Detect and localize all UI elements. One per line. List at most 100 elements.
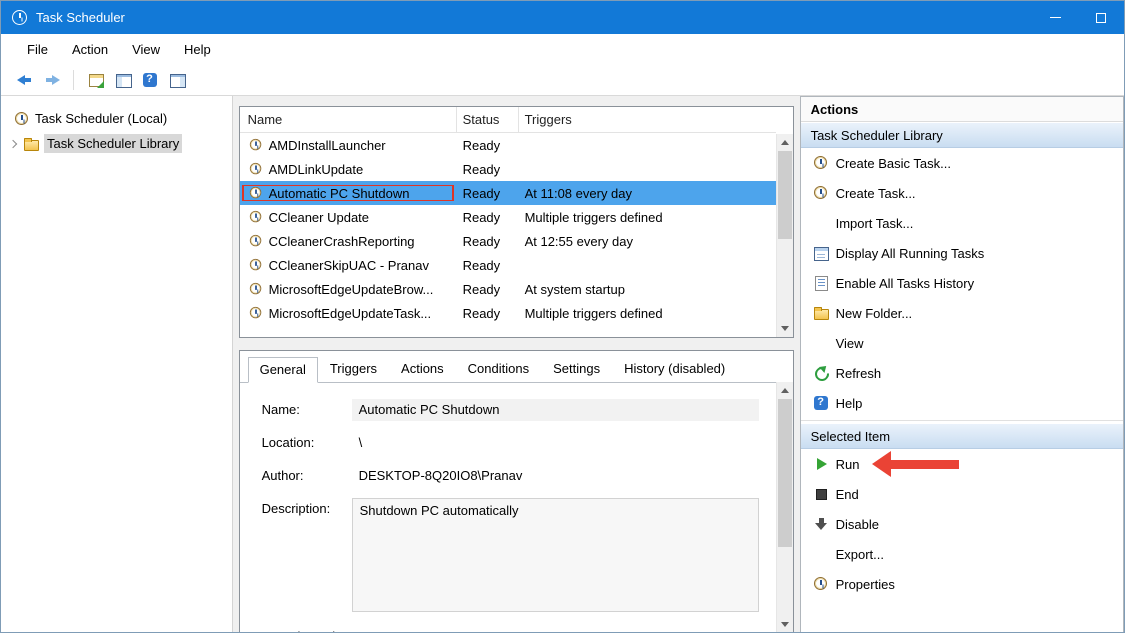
help-icon: [142, 72, 158, 88]
action-item[interactable]: Refresh: [801, 358, 1123, 388]
action-item[interactable]: Create Basic Task...: [801, 148, 1123, 178]
details-tab[interactable]: Triggers: [318, 356, 389, 382]
details-tab[interactable]: General: [248, 357, 318, 383]
task-row[interactable]: AMDInstallLauncher Ready: [240, 133, 776, 157]
details-scrollbar[interactable]: [776, 382, 793, 633]
column-header-name[interactable]: Name: [240, 107, 457, 132]
action-item[interactable]: Create Task...: [801, 178, 1123, 208]
minimize-icon: [1050, 17, 1061, 18]
toolbar-button[interactable]: [136, 67, 163, 92]
task-name: MicrosoftEdgeUpdateBrow...: [269, 282, 434, 297]
action-item[interactable]: Properties: [801, 569, 1123, 599]
action-item-label: Import Task...: [836, 216, 914, 231]
menu-item[interactable]: Action: [60, 37, 120, 62]
task-row[interactable]: Automatic PC Shutdown Ready At 11:08 eve…: [240, 181, 776, 205]
author-value: DESKTOP-8Q20IO8\Pranav: [352, 465, 759, 487]
task-triggers: At system startup: [519, 282, 776, 297]
tree-item-label: Task Scheduler (Local): [35, 111, 167, 126]
task-row[interactable]: CCleanerCrashReporting Ready At 12:55 ev…: [240, 229, 776, 253]
window-title: Task Scheduler: [36, 10, 1032, 25]
toolbar-button[interactable]: [38, 67, 65, 92]
show-action-pane-icon: [169, 72, 185, 88]
action-item[interactable]: Display All Running Tasks: [801, 238, 1123, 268]
stop-icon: [813, 486, 829, 502]
task-status: Ready: [457, 210, 519, 225]
action-item[interactable]: Help: [801, 388, 1123, 418]
details-tab[interactable]: Actions: [389, 356, 456, 382]
scroll-up-button[interactable]: [777, 382, 793, 399]
scroll-up-button[interactable]: [777, 134, 793, 151]
action-item[interactable]: Import Task...: [801, 208, 1123, 238]
task-triggers: Multiple triggers defined: [519, 306, 776, 321]
menu-item[interactable]: File: [15, 37, 60, 62]
action-item[interactable]: Disable: [801, 509, 1123, 539]
description-label: Description:: [262, 498, 352, 612]
task-name: CCleanerSkipUAC - Pranav: [269, 258, 429, 273]
details-tab[interactable]: Settings: [541, 356, 612, 382]
action-item[interactable]: End: [801, 479, 1123, 509]
menu-item[interactable]: View: [120, 37, 172, 62]
author-label: Author:: [262, 465, 352, 487]
task-clock-icon: [249, 162, 263, 176]
task-list-scrollbar[interactable]: [776, 134, 793, 337]
task-status: Ready: [457, 282, 519, 297]
task-name-cell: AMDInstallLauncher: [240, 137, 457, 153]
action-item[interactable]: View: [801, 328, 1123, 358]
task-row[interactable]: MicrosoftEdgeUpdateTask... Ready Multipl…: [240, 301, 776, 325]
task-name: AMDInstallLauncher: [269, 138, 386, 153]
action-item-label: Create Task...: [836, 186, 916, 201]
task-triggers: At 12:55 every day: [519, 234, 776, 249]
task-name: Automatic PC Shutdown: [269, 186, 410, 201]
general-tab-content: Name: Automatic PC Shutdown Location: \ …: [240, 383, 793, 633]
section-header-selected-item[interactable]: Selected Item: [801, 423, 1123, 449]
section-header-task-scheduler-library[interactable]: Task Scheduler Library: [801, 122, 1123, 148]
task-row[interactable]: MicrosoftEdgeUpdateBrow... Ready At syst…: [240, 277, 776, 301]
chevron-right-icon[interactable]: [8, 139, 18, 149]
scrollbar-thumb[interactable]: [778, 151, 792, 239]
scrollbar-thumb[interactable]: [778, 399, 792, 547]
menu-item[interactable]: Help: [172, 37, 223, 62]
forward-arrow-icon: [44, 72, 60, 88]
details-tab[interactable]: History (disabled): [612, 356, 737, 382]
scroll-down-button[interactable]: [777, 616, 793, 633]
task-name-cell: Automatic PC Shutdown: [240, 185, 457, 201]
name-value: Automatic PC Shutdown: [352, 399, 759, 421]
task-name-cell: AMDLinkUpdate: [240, 161, 457, 177]
task-row[interactable]: AMDLinkUpdate Ready: [240, 157, 776, 181]
column-header-triggers[interactable]: Triggers: [519, 107, 776, 132]
task-row[interactable]: CCleaner Update Ready Multiple triggers …: [240, 205, 776, 229]
toolbar-separator: [73, 70, 74, 90]
task-clock-icon: [249, 234, 263, 248]
action-item[interactable]: Export...: [801, 539, 1123, 569]
toolbar-button[interactable]: [82, 67, 109, 92]
maximize-button[interactable]: [1078, 1, 1124, 34]
task-row[interactable]: CCleanerSkipUAC - Pranav Ready: [240, 253, 776, 277]
toolbar-button[interactable]: [109, 67, 136, 92]
task-name: CCleanerCrashReporting: [269, 234, 415, 249]
task-clock-icon: [813, 185, 829, 201]
task-status: Ready: [457, 258, 519, 273]
action-item-label: Refresh: [836, 366, 882, 381]
tree-item-task-scheduler-library[interactable]: Task Scheduler Library: [1, 131, 232, 156]
description-value: Shutdown PC automatically: [352, 498, 759, 612]
task-name-cell: CCleanerSkipUAC - Pranav: [240, 257, 457, 273]
minimize-button[interactable]: [1032, 1, 1078, 34]
window-list-icon: [813, 245, 829, 261]
action-item-label: End: [836, 487, 859, 502]
action-item-label: Properties: [836, 577, 895, 592]
action-item[interactable]: New Folder...: [801, 298, 1123, 328]
location-label: Location:: [262, 432, 352, 454]
details-tab[interactable]: Conditions: [456, 356, 541, 382]
tree-item-task-scheduler-local[interactable]: Task Scheduler (Local): [1, 106, 232, 131]
action-item[interactable]: Run: [801, 449, 1123, 479]
task-status: Ready: [457, 186, 519, 201]
task-status: Ready: [457, 234, 519, 249]
task-name: CCleaner Update: [269, 210, 369, 225]
task-clock-icon: [14, 111, 30, 127]
column-header-status[interactable]: Status: [457, 107, 519, 132]
location-value: \: [352, 432, 759, 454]
toolbar-button[interactable]: [163, 67, 190, 92]
action-item[interactable]: Enable All Tasks History: [801, 268, 1123, 298]
scroll-down-button[interactable]: [777, 320, 793, 337]
toolbar-button[interactable]: [11, 67, 38, 92]
